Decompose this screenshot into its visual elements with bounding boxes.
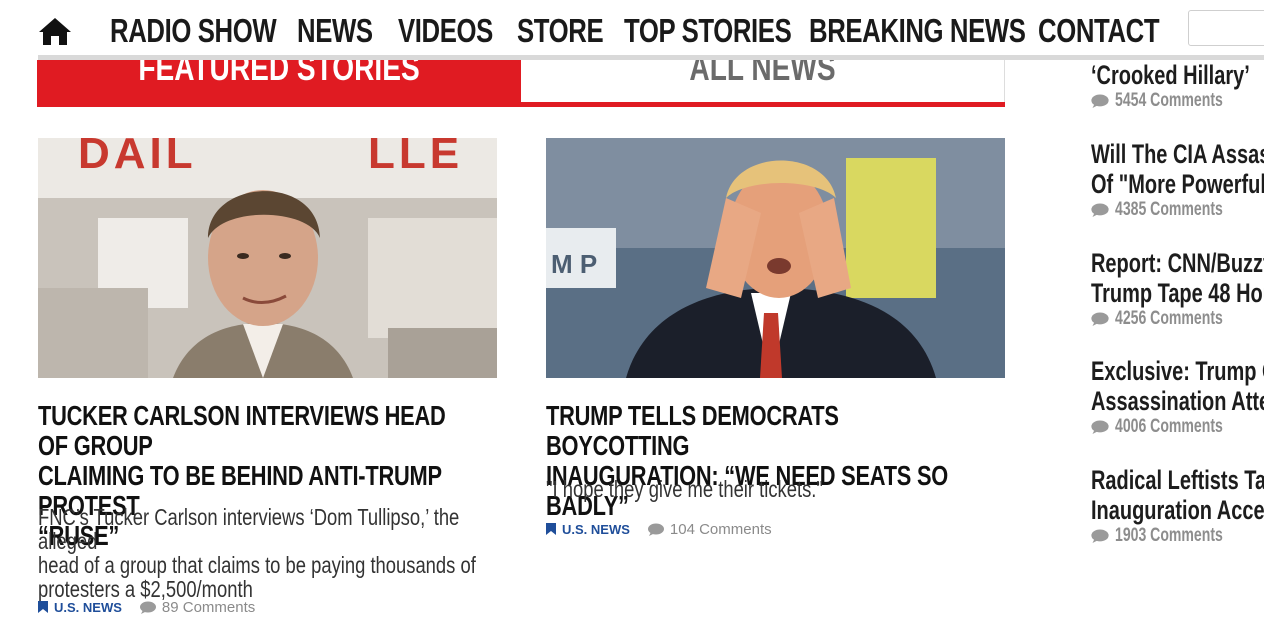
nav-videos[interactable]: VIDEOS — [398, 8, 493, 52]
comment-bubble-icon — [1091, 529, 1109, 543]
comment-bubble-icon — [1091, 94, 1109, 108]
sidebar-story-title[interactable]: Will The CIA Assass Of "More Powerful, S — [1091, 139, 1264, 199]
category-link[interactable]: U.S. NEWS — [546, 522, 630, 537]
sidebar-title-line: Trump Tape 48 Hou — [1091, 278, 1264, 308]
story-summary-line: head of a group that claims to be paying… — [38, 552, 476, 578]
search-input[interactable] — [1188, 10, 1264, 46]
sidebar-title-line: Report: CNN/Buzzfe — [1091, 248, 1264, 278]
trump-photo: M P — [546, 138, 1005, 378]
story-meta: U.S. NEWS 89 Comments — [38, 597, 255, 617]
sidebar-comments-link[interactable]: 4006 Comments — [1091, 416, 1264, 438]
sidebar-title-line: Inauguration Access — [1091, 495, 1264, 525]
story-headline-line: TUCKER CARLSON INTERVIEWS HEAD OF GROUP — [38, 400, 446, 461]
sidebar-comments-link[interactable]: 4256 Comments — [1091, 308, 1264, 330]
sidebar-title-line: Radical Leftists Targ — [1091, 465, 1264, 495]
comment-bubble-icon — [647, 523, 664, 536]
sidebar-story: Exclusive: Trump Op Assassination Atten … — [1091, 356, 1264, 438]
tab-all-news[interactable]: ALL NEWS — [521, 60, 1005, 102]
comments-count: 89 Comments — [161, 598, 256, 616]
comment-bubble-icon — [1091, 312, 1109, 326]
sidebar-comments-count: 1903 Comments — [1115, 525, 1223, 546]
story-summary: "I hope they give me their tickets." — [546, 477, 994, 501]
tab-featured-stories[interactable]: FEATURED STORIES — [37, 60, 521, 102]
sidebar-title-line: Will The CIA Assass — [1091, 139, 1264, 169]
sidebar-comments-link[interactable]: 4385 Comments — [1091, 199, 1264, 221]
sidebar-comments-link[interactable]: 5454 Comments — [1091, 90, 1264, 112]
sidebar-title-line: Assassination Atten — [1091, 386, 1264, 416]
nav-top-stories[interactable]: TOP STORIES — [624, 8, 792, 52]
comments-count: 104 Comments — [669, 520, 772, 538]
home-icon[interactable] — [38, 16, 72, 46]
sidebar-story: Will The CIA Assass Of "More Powerful, S… — [1091, 139, 1264, 221]
svg-text:LLE: LLE — [368, 138, 463, 178]
category-label: U.S. NEWS — [562, 521, 630, 537]
sidebar-story: Radical Leftists Targ Inauguration Acces… — [1091, 465, 1264, 547]
tabs-underline — [37, 102, 1005, 107]
bookmark-icon — [546, 523, 556, 535]
bookmark-icon — [38, 601, 48, 613]
nav-store[interactable]: STORE — [517, 8, 604, 52]
svg-text:M P: M P — [551, 249, 597, 279]
sidebar-comments-count: 5454 Comments — [1115, 90, 1223, 111]
tab-featured-label: FEATURED STORIES — [138, 60, 420, 88]
sidebar-comments-count: 4256 Comments — [1115, 308, 1223, 329]
story-meta: U.S. NEWS 104 Comments — [546, 519, 772, 539]
comment-bubble-icon — [1091, 420, 1109, 434]
sidebar-title-line: Of "More Powerful, S — [1091, 169, 1264, 199]
tucker-carlson-photo: DAIL LLE — [38, 138, 497, 378]
story-image[interactable]: DAIL LLE — [38, 138, 497, 378]
comments-link[interactable]: 89 Comments — [139, 598, 256, 616]
story-card: DAIL LLE TUCKER CARLSON INTERVIEWS HEAD … — [38, 138, 498, 616]
nav-news[interactable]: NEWS — [297, 8, 373, 52]
story-summary-line: FNC’s Tucker Carlson interviews ‘Dom Tul… — [38, 504, 460, 554]
category-link[interactable]: U.S. NEWS — [38, 600, 122, 615]
nav-contact[interactable]: CONTACT — [1038, 8, 1160, 52]
story-summary-line: "I hope they give me their tickets." — [546, 476, 823, 502]
story-headline-line: TRUMP TELLS DEMOCRATS BOYCOTTING — [546, 400, 839, 461]
sidebar-story: Report: CNN/Buzzfe Trump Tape 48 Hou 425… — [1091, 248, 1264, 330]
story-headline[interactable]: TRUMP TELLS DEMOCRATS BOYCOTTING INAUGUR… — [546, 401, 983, 521]
sidebar-story: ‘Crooked Hillary’ 5454 Comments — [1091, 60, 1264, 112]
comments-link[interactable]: 104 Comments — [647, 520, 772, 538]
nav-radio-show[interactable]: RADIO SHOW — [110, 8, 277, 52]
sidebar-comments-count: 4385 Comments — [1115, 199, 1223, 220]
category-label: U.S. NEWS — [54, 599, 122, 615]
comment-bubble-icon — [139, 601, 156, 614]
story-tabs: FEATURED STORIES ALL NEWS — [37, 60, 1005, 108]
story-image[interactable]: M P — [546, 138, 1005, 378]
sidebar-story-title[interactable]: Report: CNN/Buzzfe Trump Tape 48 Hou — [1091, 248, 1264, 308]
sidebar-title-line: Exclusive: Trump Op — [1091, 356, 1264, 386]
sidebar-story-title[interactable]: Radical Leftists Targ Inauguration Acces… — [1091, 465, 1264, 525]
sidebar-comments-count: 4006 Comments — [1115, 416, 1223, 437]
sidebar-story-title[interactable]: Exclusive: Trump Op Assassination Atten — [1091, 356, 1264, 416]
nav-breaking-news[interactable]: BREAKING NEWS — [809, 8, 1026, 52]
comment-bubble-icon — [1091, 203, 1109, 217]
tab-all-label: ALL NEWS — [689, 60, 836, 88]
story-card: M P TRUMP TELLS DEMOCRATS BOYCOTTING INA… — [546, 138, 1006, 538]
story-summary: FNC’s Tucker Carlson interviews ‘Dom Tul… — [38, 505, 486, 601]
top-nav: RADIO SHOW NEWS VIDEOS STORE TOP STORIES… — [0, 0, 1264, 56]
sidebar-story-title[interactable]: ‘Crooked Hillary’ — [1091, 60, 1264, 90]
sidebar-comments-link[interactable]: 1903 Comments — [1091, 525, 1264, 547]
sidebar-title-line: ‘Crooked Hillary’ — [1091, 60, 1250, 90]
svg-text:DAIL: DAIL — [78, 138, 197, 178]
